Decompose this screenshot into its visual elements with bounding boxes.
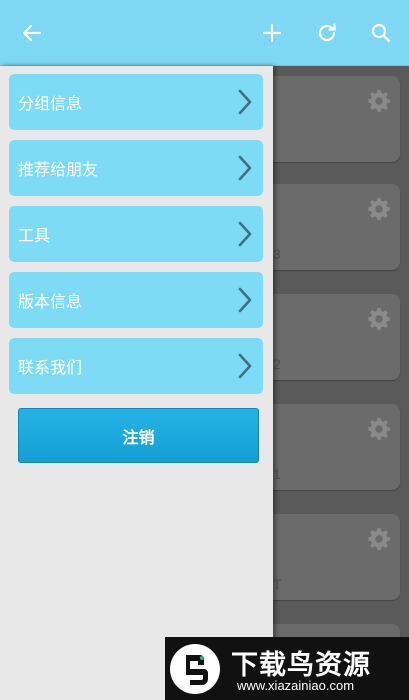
chevron-right-icon bbox=[238, 221, 252, 247]
chevron-right-icon bbox=[238, 353, 252, 379]
background-card[interactable] bbox=[273, 76, 400, 162]
chevron-right-icon bbox=[238, 287, 252, 313]
card-peek-text: 2 bbox=[273, 356, 281, 372]
drawer-item-tools[interactable]: 工具 bbox=[9, 206, 263, 262]
background-card[interactable]: 2 bbox=[273, 294, 400, 380]
app-bar bbox=[0, 0, 409, 66]
drawer-item-label: 分组信息 bbox=[18, 94, 83, 113]
gear-icon[interactable] bbox=[366, 526, 392, 552]
drawer-item-recommend[interactable]: 推荐给朋友 bbox=[9, 140, 263, 196]
gear-icon[interactable] bbox=[366, 416, 392, 442]
refresh-icon[interactable] bbox=[314, 20, 340, 46]
plus-icon[interactable] bbox=[259, 20, 285, 46]
chevron-right-icon bbox=[238, 89, 252, 115]
background-card[interactable]: T bbox=[273, 514, 400, 600]
background-card[interactable]: 3 bbox=[273, 184, 400, 270]
gear-icon[interactable] bbox=[366, 306, 392, 332]
gear-icon[interactable] bbox=[366, 196, 392, 222]
watermark-banner: 下载鸟资源 www.xiazainiao.com bbox=[165, 637, 409, 700]
card-peek-text: T bbox=[273, 576, 282, 592]
watermark-url: www.xiazainiao.com bbox=[237, 678, 355, 693]
chevron-right-icon bbox=[238, 155, 252, 181]
drawer-item-version-info[interactable]: 版本信息 bbox=[9, 272, 263, 328]
drawer-item-label: 工具 bbox=[18, 226, 51, 245]
background-content: 3 2 1 T bbox=[273, 66, 409, 700]
drawer-item-contact-us[interactable]: 联系我们 bbox=[9, 338, 263, 394]
background-card[interactable]: 1 bbox=[273, 404, 400, 490]
gear-icon[interactable] bbox=[366, 88, 392, 114]
card-peek-text: 1 bbox=[273, 466, 281, 482]
drawer-item-label: 联系我们 bbox=[18, 358, 83, 377]
logout-button[interactable]: 注销 bbox=[18, 408, 259, 463]
search-icon[interactable] bbox=[368, 20, 394, 46]
drawer-item-label: 推荐给朋友 bbox=[18, 160, 99, 179]
bird-logo-icon bbox=[170, 644, 220, 694]
card-peek-text: 3 bbox=[273, 246, 281, 262]
watermark-title: 下载鸟资源 bbox=[231, 650, 371, 681]
back-arrow-icon[interactable] bbox=[19, 20, 45, 46]
drawer-item-group-info[interactable]: 分组信息 bbox=[9, 74, 263, 130]
drawer-item-label: 版本信息 bbox=[18, 292, 83, 311]
navigation-drawer: 分组信息 推荐给朋友 工具 版本信息 联系我们 注销 bbox=[0, 66, 273, 700]
